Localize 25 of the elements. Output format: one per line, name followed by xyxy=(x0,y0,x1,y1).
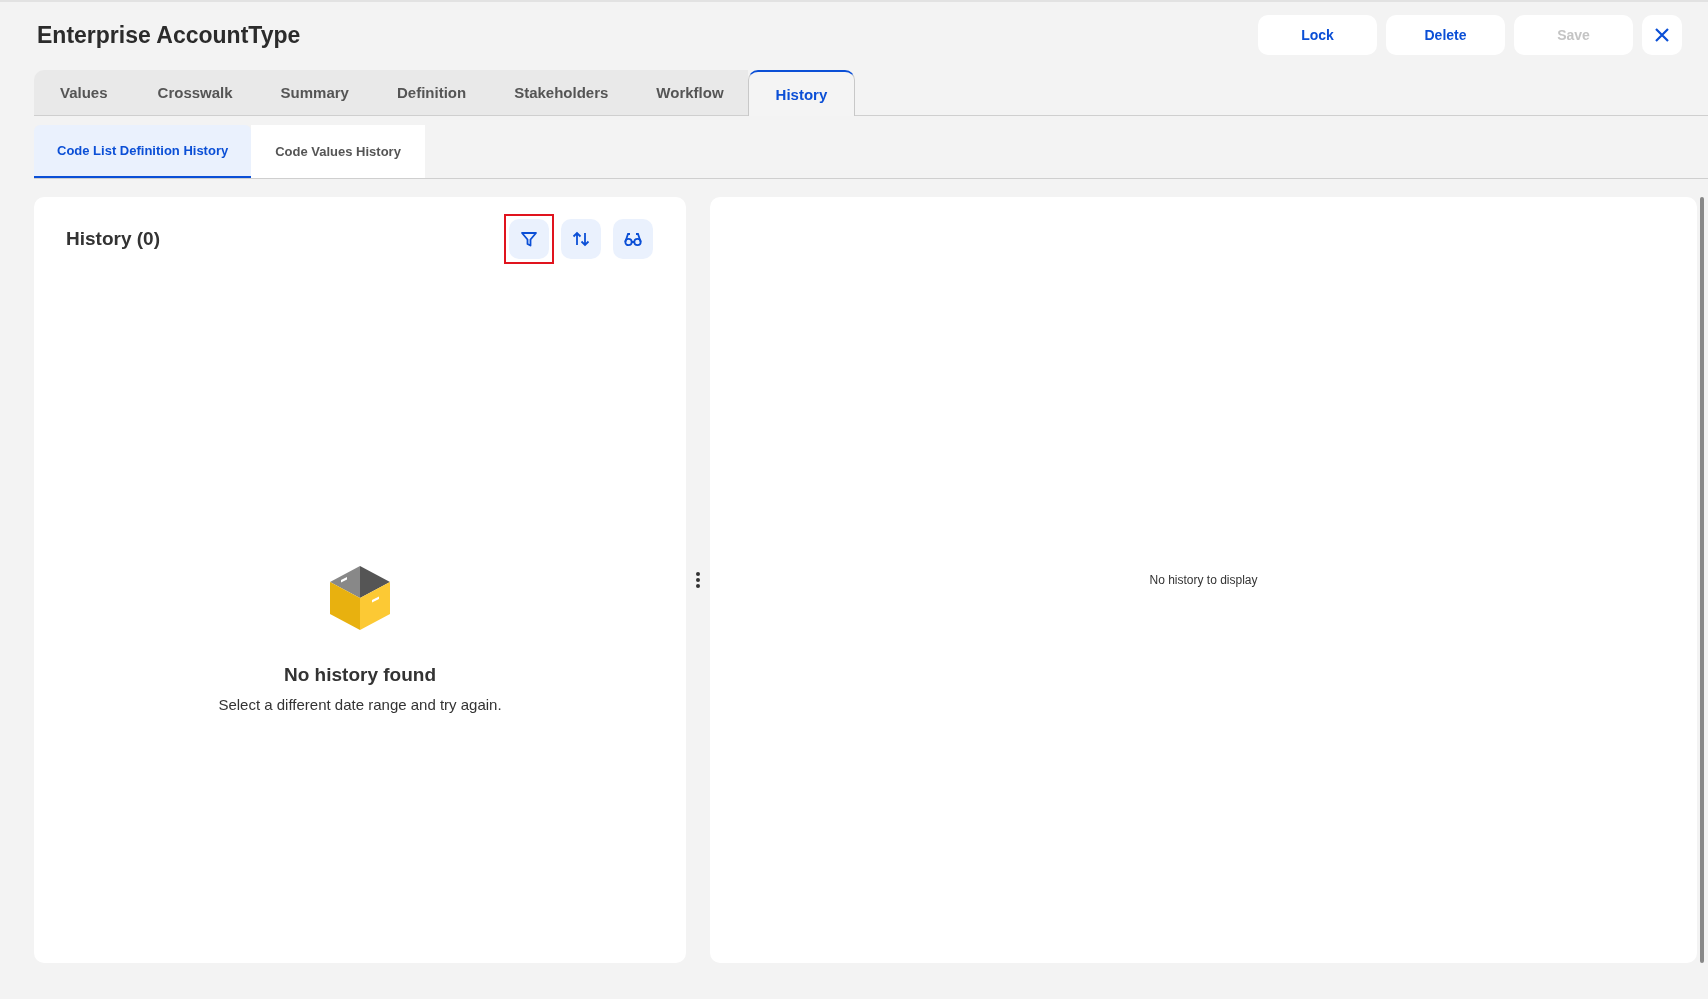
drag-handle-icon xyxy=(696,572,700,588)
empty-title: No history found xyxy=(284,664,436,686)
action-button[interactable]: Lock xyxy=(1258,15,1377,55)
tab[interactable]: Crosswalk xyxy=(133,70,257,115)
sub-tab[interactable]: Code List Definition History xyxy=(34,125,252,178)
tab[interactable]: Summary xyxy=(256,70,373,115)
tab[interactable]: Workflow xyxy=(632,70,748,115)
scrollbar[interactable] xyxy=(1700,197,1704,963)
empty-message: No history to display xyxy=(1149,573,1258,587)
action-button[interactable]: Delete xyxy=(1386,15,1505,55)
tab[interactable]: Definition xyxy=(372,70,491,115)
tab[interactable]: Stakeholders xyxy=(490,70,633,115)
close-icon xyxy=(1654,27,1670,43)
empty-message: Select a different date range and try again. xyxy=(218,696,502,713)
panel-heading: History (0) xyxy=(66,228,160,250)
sub-tab[interactable]: Code Values History xyxy=(251,125,425,178)
page-title: Enterprise AccountType xyxy=(37,21,301,49)
tab[interactable]: Values xyxy=(34,70,134,115)
tab[interactable]: History xyxy=(747,70,856,116)
sort-icon xyxy=(571,229,591,249)
tool-button[interactable] xyxy=(561,219,601,259)
box-drawing xyxy=(328,564,392,632)
close-button[interactable] xyxy=(1642,15,1682,55)
filter-icon xyxy=(519,229,539,249)
tool-button[interactable] xyxy=(613,219,653,259)
